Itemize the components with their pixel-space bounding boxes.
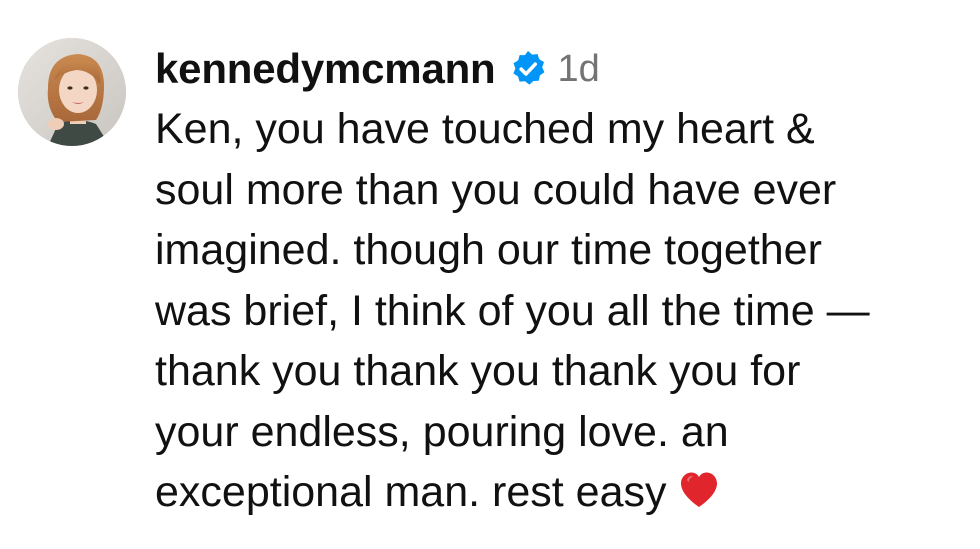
comment-text-last-line: exceptional man. rest easy <box>155 462 965 523</box>
comment-text-line: soul more than you could have ever <box>155 165 837 214</box>
comment-text-line: thank you thank you thank you for <box>155 347 801 395</box>
comment-text-line: was brief, I think of you all the time — <box>155 286 870 335</box>
comment-text-line: Ken, you have touched my heart & <box>155 105 815 153</box>
comment: kennedymcmann 1d Ken, you have touched m… <box>0 0 980 549</box>
comment-text-line: imagined. though our time together <box>155 226 822 274</box>
comment-text-line: exceptional man. rest easy <box>155 468 667 516</box>
comment-header: kennedymcmann 1d <box>155 36 965 102</box>
comment-content: kennedymcmann 1d Ken, you have touched m… <box>155 36 965 523</box>
comment-text-line: your endless, pouring love. an <box>155 407 729 456</box>
avatar-photo <box>18 38 126 146</box>
avatar[interactable] <box>18 38 126 146</box>
comment-text: Ken, you have touched my heart & soul mo… <box>155 99 965 523</box>
verified-badge-icon <box>508 49 548 89</box>
username-link[interactable]: kennedymcmann <box>155 48 496 90</box>
red-heart-icon <box>677 468 721 512</box>
comment-timestamp[interactable]: 1d <box>558 50 600 88</box>
